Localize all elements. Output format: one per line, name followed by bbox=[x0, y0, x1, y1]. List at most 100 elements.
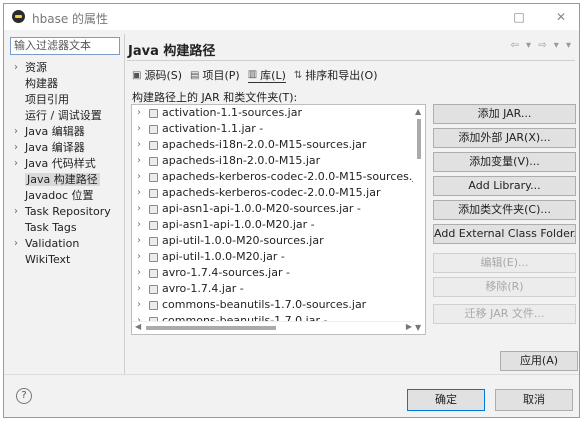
list-item[interactable]: › commons-beanutils-1.7.0-sources.jar bbox=[132, 297, 425, 313]
list-item[interactable]: › apacheds-kerberos-codec-2.0.0-M15-sourc… bbox=[132, 169, 425, 185]
expand-chevron-icon[interactable]: › bbox=[137, 249, 141, 265]
filter-input[interactable]: 输入过滤器文本 bbox=[10, 37, 120, 55]
help-icon[interactable]: ? bbox=[16, 388, 32, 404]
tab[interactable]: ▥ 库(L) bbox=[247, 67, 286, 83]
add-class-folder-button[interactable]: 添加类文件夹(C)... bbox=[433, 200, 576, 220]
source-folder-icon: ▣ bbox=[132, 69, 142, 81]
expand-chevron-icon[interactable]: › bbox=[137, 281, 141, 297]
tab[interactable]: ⇅ 排序和导出(O) bbox=[294, 67, 378, 83]
list-item[interactable]: › api-asn1-api-1.0.0-M20-sources.jar - bbox=[132, 201, 425, 217]
expand-chevron-icon[interactable]: › bbox=[14, 204, 18, 220]
expand-chevron-icon[interactable]: › bbox=[137, 169, 141, 185]
tree-item[interactable]: Task Tags bbox=[8, 220, 122, 236]
title-divider bbox=[127, 60, 575, 61]
expand-chevron-icon[interactable]: › bbox=[14, 124, 18, 140]
jar-name: apacheds-i18n-2.0.0-M15.jar bbox=[162, 154, 321, 167]
sash-divider[interactable] bbox=[124, 34, 125, 374]
add-jar-button[interactable]: 添加 JAR... bbox=[433, 104, 576, 124]
tab-label: 项目(P) bbox=[202, 69, 240, 82]
tree-item[interactable]: 项目引用 bbox=[8, 92, 122, 108]
tree-item[interactable]: Java 构建路径 bbox=[8, 172, 122, 188]
tree-item-label: Java 编译器 bbox=[25, 141, 85, 154]
horizontal-scrollbar[interactable]: ◀ ▶ bbox=[132, 321, 415, 334]
expand-chevron-icon[interactable]: › bbox=[14, 60, 18, 76]
tab[interactable]: ▣ 源码(S) bbox=[132, 67, 182, 83]
list-item[interactable]: › activation-1.1.jar - bbox=[132, 121, 425, 137]
jar-file-icon bbox=[149, 189, 158, 198]
expand-chevron-icon[interactable]: › bbox=[137, 297, 141, 313]
scroll-left-icon[interactable]: ◀ bbox=[135, 322, 141, 331]
jar-file-icon bbox=[149, 221, 158, 230]
expand-chevron-icon[interactable]: › bbox=[137, 153, 141, 169]
add-external-class-folder-button[interactable]: Add External Class Folder... bbox=[433, 224, 576, 244]
tree-item[interactable]: › Task Repository bbox=[8, 204, 122, 220]
expand-chevron-icon[interactable]: › bbox=[137, 105, 141, 121]
remove-button[interactable]: 移除(R) bbox=[433, 277, 576, 297]
list-item[interactable]: › apacheds-kerberos-codec-2.0.0-M15.jar bbox=[132, 185, 425, 201]
tree-item[interactable]: 运行 / 调试设置 bbox=[8, 108, 122, 124]
list-item[interactable]: › api-util-1.0.0-M20.jar - bbox=[132, 249, 425, 265]
migrate-jar-button[interactable]: 迁移 JAR 文件... bbox=[433, 304, 576, 324]
tree-item[interactable]: › Validation bbox=[8, 236, 122, 252]
page-title: Java 构建路径 bbox=[128, 44, 216, 59]
expand-chevron-icon[interactable]: › bbox=[137, 265, 141, 281]
list-item[interactable]: › activation-1.1-sources.jar bbox=[132, 105, 425, 121]
apply-button[interactable]: 应用(A) bbox=[500, 351, 578, 371]
list-item[interactable]: › avro-1.7.4-sources.jar - bbox=[132, 265, 425, 281]
list-item[interactable]: › api-asn1-api-1.0.0-M20.jar - bbox=[132, 217, 425, 233]
tree-item-label: Java 编辑器 bbox=[25, 125, 85, 138]
add-library-button[interactable]: Add Library... bbox=[433, 176, 576, 196]
library-list[interactable]: › activation-1.1-sources.jar › activation-1… bbox=[131, 104, 426, 335]
list-item[interactable]: › apacheds-i18n-2.0.0-M15-sources.jar bbox=[132, 137, 425, 153]
maximize-button[interactable]: □ bbox=[510, 8, 528, 26]
tree-item[interactable]: › Java 编辑器 bbox=[8, 124, 122, 140]
expand-chevron-icon[interactable]: › bbox=[137, 185, 141, 201]
tree-item[interactable]: › Java 编译器 bbox=[8, 140, 122, 156]
library-list-label: 构建路径上的 JAR 和类文件夹(T): bbox=[132, 91, 298, 104]
tree-item[interactable]: › 资源 bbox=[8, 60, 122, 76]
jar-file-icon bbox=[149, 205, 158, 214]
tree-item-label: 运行 / 调试设置 bbox=[25, 109, 102, 122]
list-item[interactable]: › apacheds-i18n-2.0.0-M15.jar bbox=[132, 153, 425, 169]
jar-file-icon bbox=[149, 109, 158, 118]
title-bar: hbase 的属性 □ ✕ bbox=[4, 4, 579, 30]
expand-chevron-icon[interactable]: › bbox=[14, 156, 18, 172]
jar-name: apacheds-i18n-2.0.0-M15-sources.jar bbox=[162, 138, 367, 151]
project-icon: ▤ bbox=[190, 69, 200, 81]
tab[interactable]: ▤ 项目(P) bbox=[190, 67, 240, 83]
expand-chevron-icon[interactable]: › bbox=[137, 217, 141, 233]
scroll-right-icon[interactable]: ▶ bbox=[406, 322, 412, 331]
tree-item-label: Validation bbox=[25, 237, 80, 250]
vertical-scrollbar[interactable]: ▲ ▼ bbox=[413, 105, 425, 334]
expand-chevron-icon[interactable]: › bbox=[14, 236, 18, 252]
tree-item[interactable]: › Java 代码样式 bbox=[8, 156, 122, 172]
cancel-button[interactable]: 取消 bbox=[495, 389, 573, 411]
ok-button[interactable]: 确定 bbox=[407, 389, 485, 411]
add-variable-button[interactable]: 添加变量(V)... bbox=[433, 152, 576, 172]
jar-file-icon bbox=[149, 285, 158, 294]
expand-chevron-icon[interactable]: › bbox=[137, 137, 141, 153]
scroll-thumb[interactable] bbox=[417, 119, 421, 159]
add-external-jar-button[interactable]: 添加外部 JAR(X)... bbox=[433, 128, 576, 148]
window-title: hbase 的属性 bbox=[32, 12, 109, 26]
list-item[interactable]: › api-util-1.0.0-M20-sources.jar bbox=[132, 233, 425, 249]
tab-label: 排序和导出(O) bbox=[305, 69, 378, 82]
hscroll-thumb[interactable] bbox=[146, 326, 276, 330]
tree-item-label: WikiText bbox=[25, 253, 71, 266]
jar-file-icon bbox=[149, 253, 158, 262]
expand-chevron-icon[interactable]: › bbox=[14, 140, 18, 156]
list-item[interactable]: › avro-1.7.4.jar - bbox=[132, 281, 425, 297]
tree-item[interactable]: Javadoc 位置 bbox=[8, 188, 122, 204]
order-export-icon: ⇅ bbox=[293, 69, 303, 81]
expand-chevron-icon[interactable]: › bbox=[137, 233, 141, 249]
tree-item[interactable]: WikiText bbox=[8, 252, 122, 268]
edit-button[interactable]: 编辑(E)... bbox=[433, 253, 576, 273]
close-button[interactable]: ✕ bbox=[552, 8, 570, 26]
expand-chevron-icon[interactable]: › bbox=[137, 121, 141, 137]
jar-name: api-asn1-api-1.0.0-M20-sources.jar - bbox=[162, 202, 361, 215]
expand-chevron-icon[interactable]: › bbox=[137, 201, 141, 217]
scroll-down-icon[interactable]: ▼ bbox=[415, 323, 421, 332]
nav-arrows[interactable]: ⇦ ▾ ⇨ ▾ ▾ bbox=[510, 40, 573, 51]
tree-item[interactable]: 构建器 bbox=[8, 76, 122, 92]
scroll-up-icon[interactable]: ▲ bbox=[415, 107, 421, 116]
